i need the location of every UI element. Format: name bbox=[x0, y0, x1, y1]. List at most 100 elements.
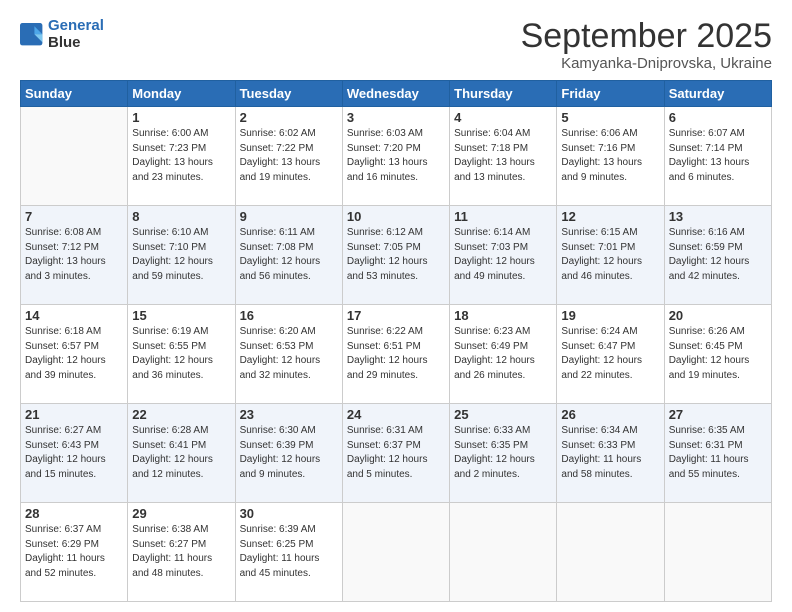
day-info: Sunrise: 6:20 AM Sunset: 6:53 PM Dayligh… bbox=[240, 325, 338, 383]
day-info: Sunrise: 6:34 AM Sunset: 6:33 PM Dayligh… bbox=[561, 424, 659, 482]
calendar-cell: 6Sunrise: 6:07 AM Sunset: 7:14 PM Daylig… bbox=[664, 107, 771, 206]
day-info: Sunrise: 6:23 AM Sunset: 6:49 PM Dayligh… bbox=[454, 325, 552, 383]
calendar-header: SundayMondayTuesdayWednesdayThursdayFrid… bbox=[21, 81, 772, 107]
calendar-cell bbox=[664, 503, 771, 602]
day-number: 14 bbox=[25, 308, 123, 323]
day-info: Sunrise: 6:12 AM Sunset: 7:05 PM Dayligh… bbox=[347, 226, 445, 284]
day-info: Sunrise: 6:04 AM Sunset: 7:18 PM Dayligh… bbox=[454, 127, 552, 185]
day-info: Sunrise: 6:03 AM Sunset: 7:20 PM Dayligh… bbox=[347, 127, 445, 185]
day-number: 21 bbox=[25, 407, 123, 422]
weekday-header-friday: Friday bbox=[557, 81, 664, 107]
day-number: 20 bbox=[669, 308, 767, 323]
day-number: 28 bbox=[25, 506, 123, 521]
day-number: 15 bbox=[132, 308, 230, 323]
day-info: Sunrise: 6:08 AM Sunset: 7:12 PM Dayligh… bbox=[25, 226, 123, 284]
logo: General Blue bbox=[20, 18, 104, 51]
weekday-header-tuesday: Tuesday bbox=[235, 81, 342, 107]
calendar-cell: 17 Sunrise: 6:22 AM Sunset: 6:51 PM Dayli… bbox=[342, 305, 449, 404]
calendar-cell: 27Sunrise: 6:35 AM Sunset: 6:31 PM Dayli… bbox=[664, 404, 771, 503]
calendar-week-0: 1 Sunrise: 6:00 AM Sunset: 7:23 PM Daylig… bbox=[21, 107, 772, 206]
calendar-cell bbox=[342, 503, 449, 602]
day-number: 26 bbox=[561, 407, 659, 422]
day-info: Sunrise: 6:02 AM Sunset: 7:22 PM Dayligh… bbox=[240, 127, 338, 185]
day-info: Sunrise: 6:10 AM Sunset: 7:10 PM Dayligh… bbox=[132, 226, 230, 284]
weekday-row: SundayMondayTuesdayWednesdayThursdayFrid… bbox=[21, 81, 772, 107]
weekday-header-sunday: Sunday bbox=[21, 81, 128, 107]
calendar-cell: 20 Sunrise: 6:26 AM Sunset: 6:45 PM Dayli… bbox=[664, 305, 771, 404]
calendar-cell: 13Sunrise: 6:16 AM Sunset: 6:59 PM Dayli… bbox=[664, 206, 771, 305]
day-info: Sunrise: 6:39 AM Sunset: 6:25 PM Dayligh… bbox=[240, 523, 338, 581]
calendar-week-4: 28 Sunrise: 6:37 AM Sunset: 6:29 PM Dayli… bbox=[21, 503, 772, 602]
day-number: 3 bbox=[347, 110, 445, 125]
calendar-cell: 16 Sunrise: 6:20 AM Sunset: 6:53 PM Dayli… bbox=[235, 305, 342, 404]
day-info: Sunrise: 6:26 AM Sunset: 6:45 PM Dayligh… bbox=[669, 325, 767, 383]
day-number: 4 bbox=[454, 110, 552, 125]
day-number: 10 bbox=[347, 209, 445, 224]
day-number: 17 bbox=[347, 308, 445, 323]
calendar-cell: 28 Sunrise: 6:37 AM Sunset: 6:29 PM Dayli… bbox=[21, 503, 128, 602]
calendar-cell: 30Sunrise: 6:39 AM Sunset: 6:25 PM Dayli… bbox=[235, 503, 342, 602]
calendar-cell: 14 Sunrise: 6:18 AM Sunset: 6:57 PM Dayli… bbox=[21, 305, 128, 404]
day-number: 23 bbox=[240, 407, 338, 422]
day-number: 5 bbox=[561, 110, 659, 125]
month-title: September 2025 bbox=[521, 18, 772, 55]
calendar-cell: 29Sunrise: 6:38 AM Sunset: 6:27 PM Dayli… bbox=[128, 503, 235, 602]
day-info: Sunrise: 6:37 AM Sunset: 6:29 PM Dayligh… bbox=[25, 523, 123, 581]
calendar-cell: 23Sunrise: 6:30 AM Sunset: 6:39 PM Dayli… bbox=[235, 404, 342, 503]
day-number: 18 bbox=[454, 308, 552, 323]
calendar-cell: 22Sunrise: 6:28 AM Sunset: 6:41 PM Dayli… bbox=[128, 404, 235, 503]
day-info: Sunrise: 6:11 AM Sunset: 7:08 PM Dayligh… bbox=[240, 226, 338, 284]
calendar-cell: 24Sunrise: 6:31 AM Sunset: 6:37 PM Dayli… bbox=[342, 404, 449, 503]
day-info: Sunrise: 6:18 AM Sunset: 6:57 PM Dayligh… bbox=[25, 325, 123, 383]
location-subtitle: Kamyanka-Dniprovska, Ukraine bbox=[521, 55, 772, 72]
day-number: 9 bbox=[240, 209, 338, 224]
day-number: 7 bbox=[25, 209, 123, 224]
day-number: 1 bbox=[132, 110, 230, 125]
day-number: 13 bbox=[669, 209, 767, 224]
day-number: 6 bbox=[669, 110, 767, 125]
day-info: Sunrise: 6:14 AM Sunset: 7:03 PM Dayligh… bbox=[454, 226, 552, 284]
day-info: Sunrise: 6:27 AM Sunset: 6:43 PM Dayligh… bbox=[25, 424, 123, 482]
day-info: Sunrise: 6:28 AM Sunset: 6:41 PM Dayligh… bbox=[132, 424, 230, 482]
day-info: Sunrise: 6:06 AM Sunset: 7:16 PM Dayligh… bbox=[561, 127, 659, 185]
calendar-week-2: 14 Sunrise: 6:18 AM Sunset: 6:57 PM Dayli… bbox=[21, 305, 772, 404]
day-info: Sunrise: 6:15 AM Sunset: 7:01 PM Dayligh… bbox=[561, 226, 659, 284]
calendar-cell: 11Sunrise: 6:14 AM Sunset: 7:03 PM Dayli… bbox=[450, 206, 557, 305]
calendar-cell: 9 Sunrise: 6:11 AM Sunset: 7:08 PM Daylig… bbox=[235, 206, 342, 305]
day-number: 16 bbox=[240, 308, 338, 323]
weekday-header-monday: Monday bbox=[128, 81, 235, 107]
day-number: 25 bbox=[454, 407, 552, 422]
calendar-cell: 1 Sunrise: 6:00 AM Sunset: 7:23 PM Daylig… bbox=[128, 107, 235, 206]
calendar-cell: 25Sunrise: 6:33 AM Sunset: 6:35 PM Dayli… bbox=[450, 404, 557, 503]
calendar-cell bbox=[557, 503, 664, 602]
calendar-body: 1 Sunrise: 6:00 AM Sunset: 7:23 PM Daylig… bbox=[21, 107, 772, 602]
logo-line2: Blue bbox=[48, 35, 104, 52]
header: General Blue September 2025 Kamyanka-Dni… bbox=[20, 18, 772, 72]
calendar-cell: 15 Sunrise: 6:19 AM Sunset: 6:55 PM Dayli… bbox=[128, 305, 235, 404]
title-block: September 2025 Kamyanka-Dniprovska, Ukra… bbox=[521, 18, 772, 72]
calendar-cell: 21 Sunrise: 6:27 AM Sunset: 6:43 PM Dayli… bbox=[21, 404, 128, 503]
calendar-table: SundayMondayTuesdayWednesdayThursdayFrid… bbox=[20, 80, 772, 602]
calendar-week-3: 21 Sunrise: 6:27 AM Sunset: 6:43 PM Dayli… bbox=[21, 404, 772, 503]
calendar-cell: 10 Sunrise: 6:12 AM Sunset: 7:05 PM Dayli… bbox=[342, 206, 449, 305]
calendar-cell: 19Sunrise: 6:24 AM Sunset: 6:47 PM Dayli… bbox=[557, 305, 664, 404]
calendar-week-1: 7 Sunrise: 6:08 AM Sunset: 7:12 PM Daylig… bbox=[21, 206, 772, 305]
calendar-cell bbox=[450, 503, 557, 602]
calendar-cell: 8 Sunrise: 6:10 AM Sunset: 7:10 PM Daylig… bbox=[128, 206, 235, 305]
day-info: Sunrise: 6:00 AM Sunset: 7:23 PM Dayligh… bbox=[132, 127, 230, 185]
calendar-cell: 26 Sunrise: 6:34 AM Sunset: 6:33 PM Dayli… bbox=[557, 404, 664, 503]
calendar-cell bbox=[21, 107, 128, 206]
calendar-cell: 3 Sunrise: 6:03 AM Sunset: 7:20 PM Daylig… bbox=[342, 107, 449, 206]
day-number: 27 bbox=[669, 407, 767, 422]
day-number: 2 bbox=[240, 110, 338, 125]
page: General Blue September 2025 Kamyanka-Dni… bbox=[0, 0, 792, 612]
calendar-cell: 7 Sunrise: 6:08 AM Sunset: 7:12 PM Daylig… bbox=[21, 206, 128, 305]
day-number: 8 bbox=[132, 209, 230, 224]
calendar-cell: 4 Sunrise: 6:04 AM Sunset: 7:18 PM Daylig… bbox=[450, 107, 557, 206]
day-info: Sunrise: 6:38 AM Sunset: 6:27 PM Dayligh… bbox=[132, 523, 230, 581]
day-info: Sunrise: 6:19 AM Sunset: 6:55 PM Dayligh… bbox=[132, 325, 230, 383]
calendar-cell: 12Sunrise: 6:15 AM Sunset: 7:01 PM Dayli… bbox=[557, 206, 664, 305]
weekday-header-wednesday: Wednesday bbox=[342, 81, 449, 107]
day-info: Sunrise: 6:22 AM Sunset: 6:51 PM Dayligh… bbox=[347, 325, 445, 383]
weekday-header-saturday: Saturday bbox=[664, 81, 771, 107]
